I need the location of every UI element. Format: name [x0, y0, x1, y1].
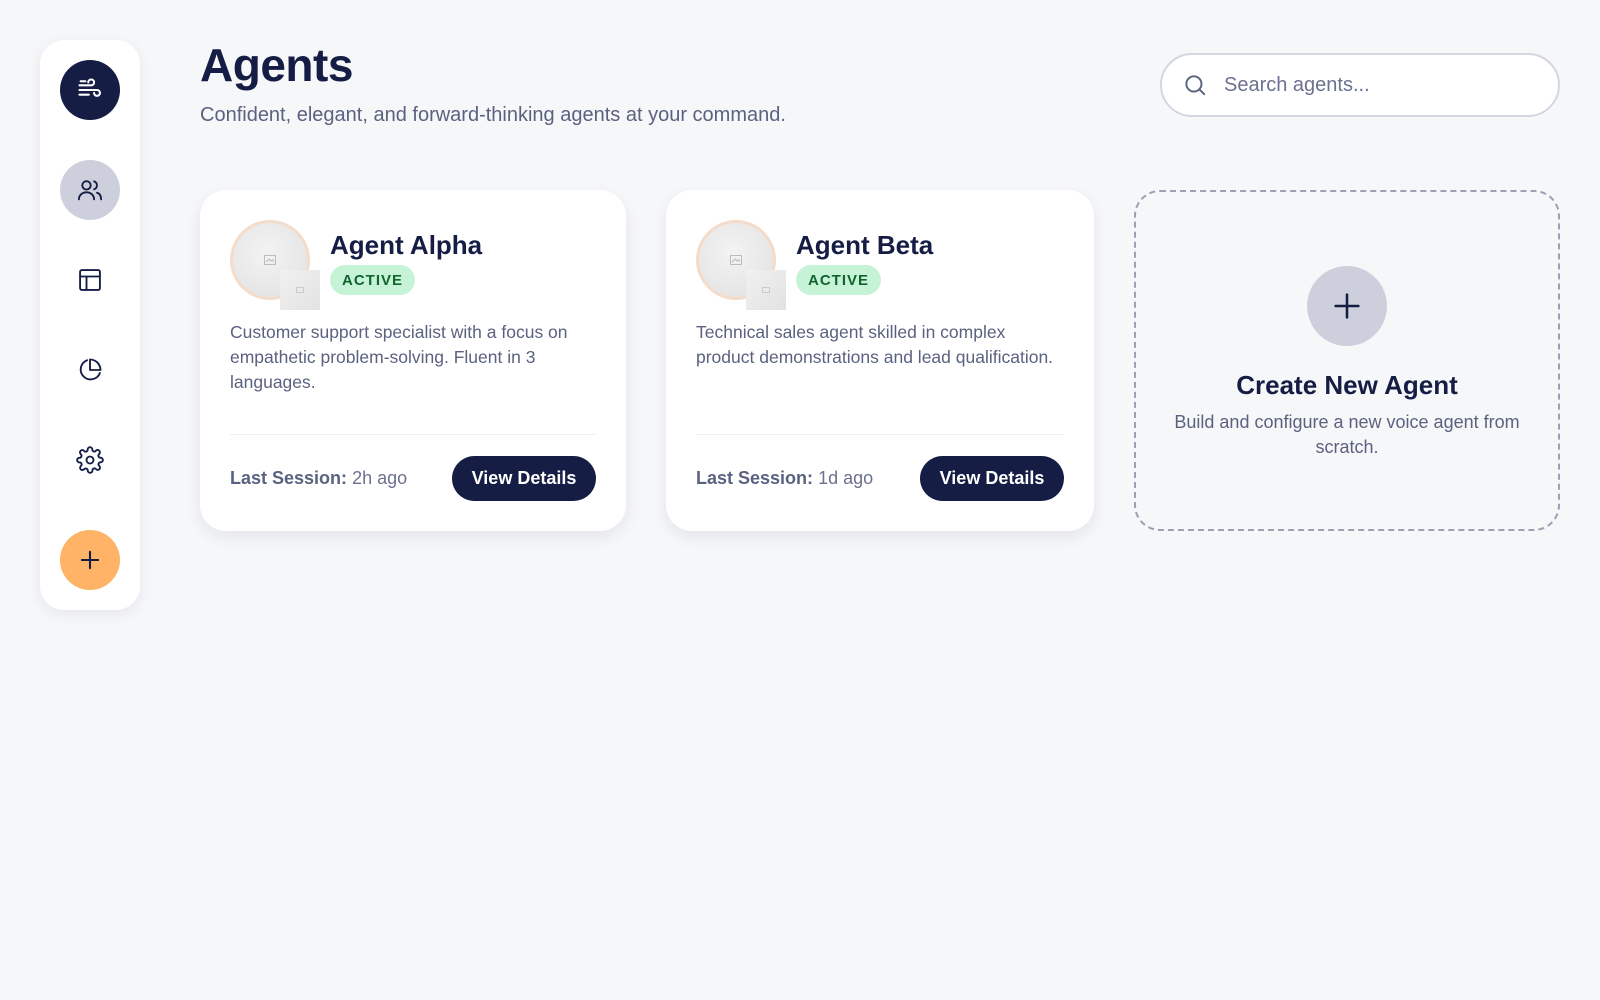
last-session-value: 2h ago: [352, 468, 408, 488]
gear-icon: [76, 446, 104, 474]
sidebar-item-add[interactable]: [60, 530, 120, 590]
status-badge: ACTIVE: [796, 265, 882, 295]
last-session-label: Last Session:: [230, 468, 348, 488]
last-session-value: 1d ago: [818, 468, 874, 488]
last-session: Last Session: 1d ago: [696, 468, 873, 489]
users-icon: [77, 180, 103, 201]
divider: [696, 434, 1064, 435]
sidebar-item-agents[interactable]: [60, 160, 120, 220]
plus-icon: [1334, 293, 1360, 319]
page-title: Agents: [200, 39, 353, 91]
image-icon: [264, 255, 276, 265]
sidebar-item-logo[interactable]: [60, 60, 120, 120]
create-agent-card[interactable]: Create New Agent Build and configure a n…: [1134, 190, 1560, 531]
image-icon: [730, 255, 742, 265]
agent-name: Agent Alpha: [330, 230, 483, 260]
layout-icon: [79, 269, 101, 291]
last-session-label: Last Session:: [696, 468, 814, 488]
last-session: Last Session: 2h ago: [230, 468, 407, 489]
agent-description: Technical sales agent skilled in complex…: [696, 322, 1054, 367]
create-agent-button[interactable]: [1307, 266, 1387, 346]
divider: [230, 434, 596, 435]
view-details-button[interactable]: View Details: [452, 456, 596, 501]
status-badge: ACTIVE: [330, 265, 416, 295]
image-icon: [762, 287, 770, 293]
avatar: [230, 220, 322, 312]
avatar: [696, 220, 788, 312]
plus-icon: [80, 550, 100, 570]
search-icon: [1185, 75, 1206, 96]
image-icon: [296, 287, 304, 293]
page-subtitle: Confident, elegant, and forward-thinking…: [200, 104, 786, 126]
agent-card: Agent Beta ACTIVE Technical sales agent …: [666, 190, 1094, 531]
view-details-button[interactable]: View Details: [920, 456, 1064, 501]
avatar-thumbnail: [746, 270, 786, 310]
pie-chart-icon: [79, 358, 102, 381]
sidebar: [40, 40, 140, 610]
sidebar-item-settings[interactable]: [60, 430, 120, 490]
search-box[interactable]: [1160, 53, 1560, 117]
search-input[interactable]: [1224, 73, 1544, 97]
create-agent-description: Build and configure a new voice agent fr…: [1174, 412, 1520, 457]
sidebar-item-analytics[interactable]: [60, 340, 120, 400]
sidebar-item-layout[interactable]: [60, 250, 120, 310]
avatar-thumbnail: [280, 270, 320, 310]
create-agent-title: Create New Agent: [1236, 370, 1458, 400]
agent-name: Agent Beta: [796, 230, 934, 260]
agent-card: Agent Alpha ACTIVE Customer support spec…: [200, 190, 626, 531]
wind-icon: [78, 78, 101, 97]
agent-description: Customer support specialist with a focus…: [230, 322, 568, 392]
